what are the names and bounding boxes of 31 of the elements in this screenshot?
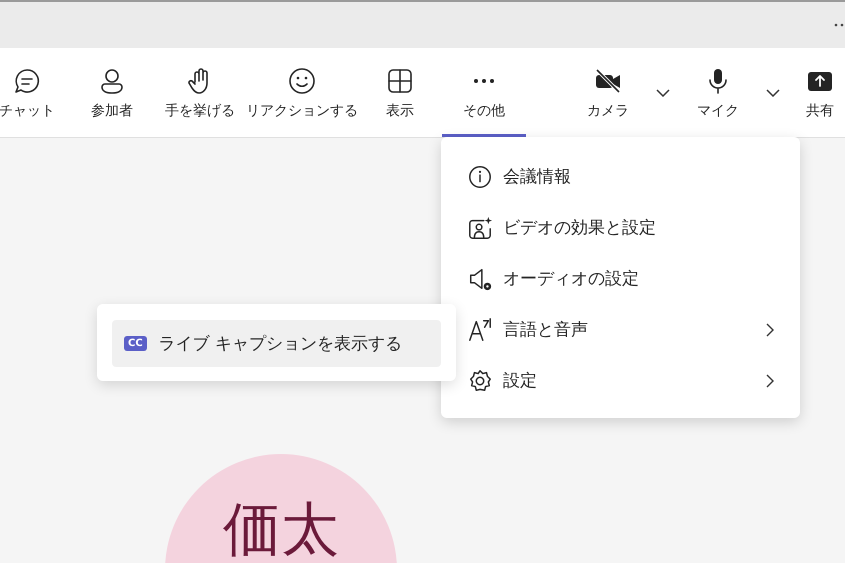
camera-off-icon [594,66,622,94]
chevron-right-icon [766,374,774,388]
more-icon [474,78,494,82]
settings-icon [467,368,493,394]
chevron-down-icon [656,88,670,96]
chevron-down-icon [766,88,780,96]
menu-item[interactable]: ビデオの効果と設定 [441,202,800,253]
menu-item[interactable]: 設定 [441,355,800,406]
menu-item[interactable]: 言語と音声 [441,304,800,355]
toolbar-button[interactable]: カメラ [570,48,646,137]
toolbar-button[interactable]: チャット [0,48,70,137]
toolbar-button[interactable]: 手を挙げる [154,48,246,137]
toolbar-button[interactable]: リアクションする [246,48,358,137]
person-icon [98,66,126,94]
video-effects-icon [467,214,493,240]
chat-icon [13,66,41,94]
toolbar-button[interactable]: 表示 [358,48,442,137]
toolbar-button[interactable]: 参加者 [70,48,154,137]
smiley-icon [288,66,316,94]
info-icon [467,164,493,190]
avatar-initials: 価太 [223,498,339,562]
chevron-right-icon [766,322,774,336]
grid-icon [386,66,414,94]
more-icon[interactable] [834,23,844,27]
menu-item[interactable]: オーディオの設定 [441,253,800,304]
menu-item[interactable]: CC ライブ キャプションを表示する [112,320,441,367]
toolbar-button[interactable]: 共有 [790,48,845,137]
captions-badge: CC [124,336,147,351]
toolbar-button[interactable]: マイク [680,48,756,137]
menu-item[interactable]: 会議情報 [441,151,800,202]
language-icon [467,316,493,342]
